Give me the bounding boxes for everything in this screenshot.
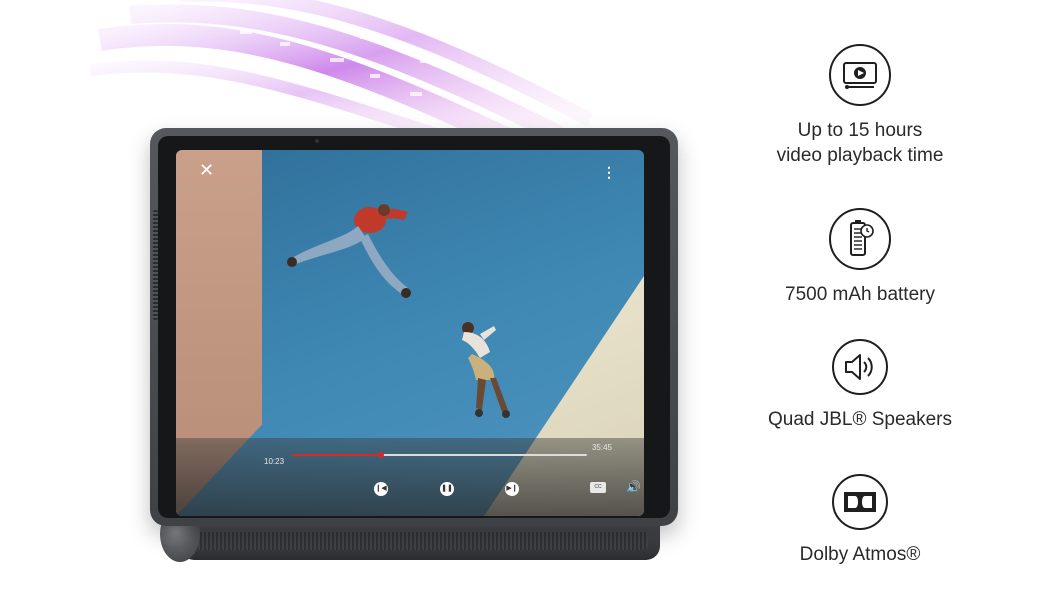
video-playback-icon xyxy=(829,44,891,106)
jumping-person-white-shirt xyxy=(462,322,510,418)
jumping-person-red-shirt xyxy=(287,204,411,298)
player-controls: 10:23 35:45 ❙◀ ❚❚ ▶❙ CC 🔊 xyxy=(176,438,644,516)
feature-speakers-text: Quad JBL® Speakers xyxy=(735,407,985,432)
current-time: 10:23 xyxy=(264,457,285,466)
dolby-icon xyxy=(832,474,888,530)
kickstand-speaker-bar xyxy=(180,522,660,560)
feature-video-playback-text: Up to 15 hours video playback time xyxy=(735,118,985,168)
subtitles-button[interactable]: CC xyxy=(590,482,606,493)
close-icon[interactable]: ✕ xyxy=(199,160,214,181)
previous-button[interactable]: ❙◀ xyxy=(374,482,388,496)
feature-text-line: Up to 15 hours xyxy=(797,120,923,141)
feature-battery-text: 7500 mAh battery xyxy=(735,282,985,307)
feature-video-playback: Up to 15 hours video playback time xyxy=(735,44,985,168)
skip-forward-icon: ▶❙ xyxy=(506,485,518,492)
more-options-icon[interactable]: ⋮ xyxy=(602,164,616,181)
progress-bar[interactable] xyxy=(292,452,587,458)
feature-text-line: 7500 mAh battery xyxy=(785,284,935,305)
battery-icon xyxy=(829,208,891,270)
pause-button[interactable]: ❚❚ xyxy=(440,482,454,496)
progress-thumb[interactable] xyxy=(377,452,384,458)
pause-icon: ❚❚ xyxy=(441,485,453,492)
feature-text-line: Dolby Atmos® xyxy=(799,544,921,565)
speaker-icon xyxy=(832,339,888,395)
feature-battery: 7500 mAh battery xyxy=(735,208,985,307)
skip-back-icon: ❙◀ xyxy=(375,485,387,492)
total-time: 35:45 xyxy=(591,443,612,452)
feature-dolby-text: Dolby Atmos® xyxy=(735,542,985,567)
feature-text-line: video playback time xyxy=(776,145,944,166)
feature-speakers: Quad JBL® Speakers xyxy=(735,339,985,432)
front-camera xyxy=(315,139,319,143)
next-button[interactable]: ▶❙ xyxy=(505,482,519,496)
volume-icon[interactable]: 🔊 xyxy=(626,480,641,494)
feature-dolby: Dolby Atmos® xyxy=(735,474,985,567)
progress-fill xyxy=(292,454,381,456)
feature-text-line: Quad JBL® Speakers xyxy=(767,409,953,430)
video-player-screen[interactable]: ✕ ⋮ 10:23 35:45 ❙◀ ❚❚ ▶❙ CC 🔊 xyxy=(176,150,644,516)
